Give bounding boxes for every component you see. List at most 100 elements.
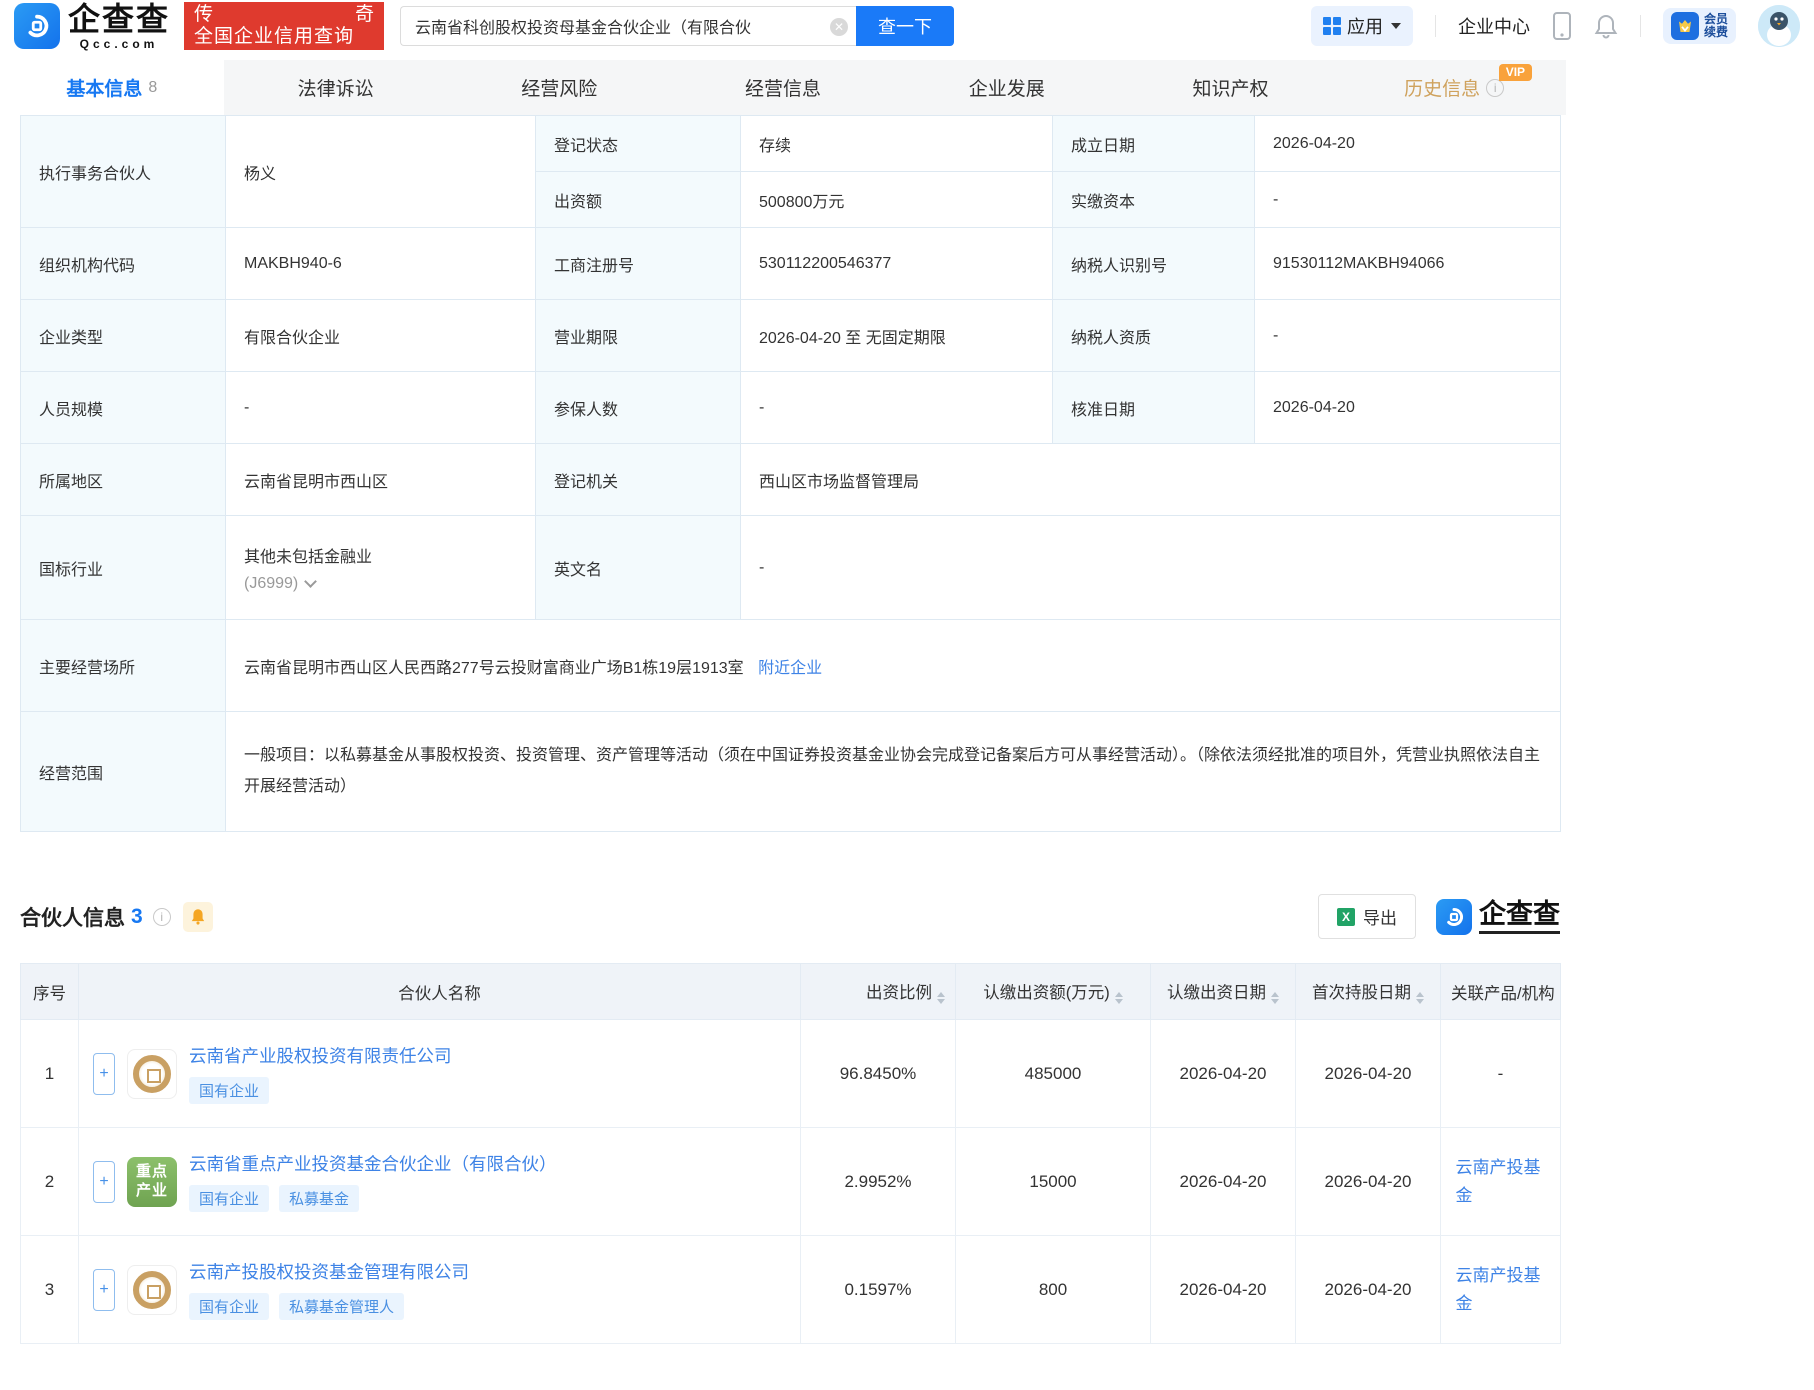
ad-banner[interactable]: 传 奇 全国企业信用查询	[184, 2, 384, 50]
label-premises: 主要经营场所	[21, 620, 226, 712]
vip-crown-icon	[1671, 12, 1699, 40]
info-icon[interactable]: i	[153, 908, 171, 926]
related-fund-link[interactable]: 云南产投基金	[1455, 1262, 1545, 1316]
tab-intellectual-property[interactable]: 知识产权	[1119, 60, 1343, 115]
divider	[1435, 15, 1436, 37]
value-premises: 云南省昆明市西山区人民西路277号云投财富商业广场B1栋19层1913室 附近企…	[226, 620, 1561, 712]
expand-button[interactable]: +	[93, 1053, 115, 1095]
col-pay-date[interactable]: 认缴出资日期	[1151, 964, 1296, 1020]
tab-enterprise-development[interactable]: 企业发展	[895, 60, 1119, 115]
enterprise-center-link[interactable]: 企业中心	[1458, 13, 1530, 39]
col-ratio[interactable]: 出资比例	[801, 964, 956, 1020]
avatar[interactable]	[1758, 5, 1800, 47]
value-paid-capital: -	[1255, 172, 1561, 228]
label-taxpayer-id: 纳税人识别号	[1053, 228, 1255, 300]
related-fund-link[interactable]: 云南产投基金	[1455, 1154, 1545, 1208]
table-row: 3 + 云南产投股权投资基金管理有限公司 国有企业 私募基金管理人 0.1597…	[21, 1236, 1561, 1344]
search-input[interactable]	[401, 7, 856, 45]
qcc-logo-icon	[1436, 899, 1472, 935]
label-reg-no: 工商注册号	[536, 228, 741, 300]
row-related: -	[1441, 1020, 1561, 1128]
export-button[interactable]: X 导出	[1318, 894, 1416, 939]
vip-badge: VIP	[1499, 64, 1532, 81]
col-no: 序号	[21, 964, 79, 1020]
value-executive-partner: 杨义	[226, 116, 536, 228]
label-region: 所属地区	[21, 444, 226, 516]
expand-button[interactable]: +	[93, 1269, 115, 1311]
qcc-logo[interactable]: 企查查 Qcc.com	[14, 3, 170, 50]
value-establish-date: 2026-04-20	[1255, 116, 1561, 172]
value-insured-count: -	[741, 372, 1053, 444]
company-logo	[127, 1265, 177, 1315]
tab-history-info[interactable]: VIP 历史信息 i	[1342, 60, 1566, 115]
col-first-date[interactable]: 首次持股日期	[1296, 964, 1441, 1020]
label-english-name: 英文名	[536, 516, 741, 620]
row-pay-date: 2026-04-20	[1151, 1020, 1296, 1128]
col-related: 关联产品/机构	[1441, 964, 1561, 1020]
info-icon[interactable]: i	[1486, 79, 1504, 97]
monitor-bell-icon[interactable]	[183, 902, 213, 932]
company-logo	[127, 1049, 177, 1099]
value-english-name: -	[741, 516, 1561, 620]
search-button[interactable]: 查一下	[856, 6, 954, 46]
sort-icon[interactable]	[1416, 992, 1424, 1004]
col-partner-name: 合伙人名称	[79, 964, 801, 1020]
tag-state-owned[interactable]: 国有企业	[189, 1077, 269, 1104]
coin-logo-icon	[133, 1271, 171, 1309]
tab-operation-risk[interactable]: 经营风险	[447, 60, 671, 115]
vip-renew-button[interactable]: 会员 续费	[1663, 8, 1736, 44]
tab-basic-info[interactable]: 基本信息 8	[0, 60, 224, 115]
industry-code: (J6999)	[244, 575, 298, 593]
sort-icon[interactable]	[937, 992, 945, 1004]
expand-button[interactable]: +	[93, 1161, 115, 1203]
value-company-type: 有限合伙企业	[226, 300, 536, 372]
value-authority: 西山区市场监督管理局	[741, 444, 1561, 516]
apps-label: 应用	[1347, 13, 1383, 39]
sort-icon[interactable]	[1115, 992, 1123, 1004]
label-industry: 国标行业	[21, 516, 226, 620]
label-taxpayer-quality: 纳税人资质	[1053, 300, 1255, 372]
tag-state-owned[interactable]: 国有企业	[189, 1293, 269, 1320]
clear-search-icon[interactable]: ✕	[830, 18, 848, 36]
partners-table: 序号 合伙人名称 出资比例 认缴出资额(万元) 认缴出资日期 首次持股日期 关联…	[20, 963, 1561, 1344]
table-row: 1 + 云南省产业股权投资有限责任公司 国有企业 96.8450% 485000…	[21, 1020, 1561, 1128]
search-bar: ✕ 查一下	[400, 6, 954, 46]
company-logo: 重点 产业	[127, 1157, 177, 1207]
label-business-scope: 经营范围	[21, 712, 226, 832]
top-header: 企查查 Qcc.com 传 奇 全国企业信用查询 ✕ 查一下 应用 企业中心	[0, 0, 1814, 52]
tab-legal-litigation[interactable]: 法律诉讼	[224, 60, 448, 115]
tab-operation-info[interactable]: 经营信息	[671, 60, 895, 115]
partner-name-link[interactable]: 云南省产业股权投资有限责任公司	[189, 1043, 452, 1068]
value-reg-status: 存续	[741, 116, 1053, 172]
tag-state-owned[interactable]: 国有企业	[189, 1185, 269, 1212]
logo-title: 企查查	[68, 3, 170, 35]
mobile-app-icon[interactable]	[1552, 11, 1572, 41]
partners-header-row: 序号 合伙人名称 出资比例 认缴出资额(万元) 认缴出资日期 首次持股日期 关联…	[21, 964, 1561, 1020]
row-amount: 800	[956, 1236, 1151, 1344]
nearby-companies-link[interactable]: 附近企业	[758, 660, 822, 677]
ad-char-left: 传	[194, 4, 213, 26]
col-amount[interactable]: 认缴出资额(万元)	[956, 964, 1151, 1020]
partner-name-link[interactable]: 云南省重点产业投资基金合伙企业（有限合伙）	[189, 1151, 557, 1176]
row-first-date: 2026-04-20	[1296, 1128, 1441, 1236]
value-industry: 其他未包括金融业 (J6999)	[226, 516, 536, 620]
chevron-down-icon[interactable]	[304, 575, 317, 588]
row-pay-date: 2026-04-20	[1151, 1128, 1296, 1236]
row-no: 1	[21, 1020, 79, 1128]
label-approval-date: 核准日期	[1053, 372, 1255, 444]
value-business-term: 2026-04-20 至 无固定期限	[741, 300, 1053, 372]
apps-menu[interactable]: 应用	[1311, 6, 1413, 46]
sort-icon[interactable]	[1271, 992, 1279, 1004]
row-ratio: 96.8450%	[801, 1020, 956, 1128]
notification-bell-icon[interactable]	[1594, 13, 1618, 39]
partners-section-header: 合伙人信息 3 i X 导出 企查查	[20, 894, 1560, 939]
coin-logo-icon	[133, 1055, 171, 1093]
value-reg-no: 530112200546377	[741, 228, 1053, 300]
value-region: 云南省昆明市西山区	[226, 444, 536, 516]
label-authority: 登记机关	[536, 444, 741, 516]
tag-fund-manager[interactable]: 私募基金管理人	[279, 1293, 404, 1320]
partner-name-link[interactable]: 云南产投股权投资基金管理有限公司	[189, 1259, 469, 1284]
tag-private-fund[interactable]: 私募基金	[279, 1185, 359, 1212]
tab-bar: 基本信息 8 法律诉讼 经营风险 经营信息 企业发展 知识产权 VIP 历史信息…	[0, 60, 1566, 115]
apps-grid-icon	[1323, 17, 1341, 35]
